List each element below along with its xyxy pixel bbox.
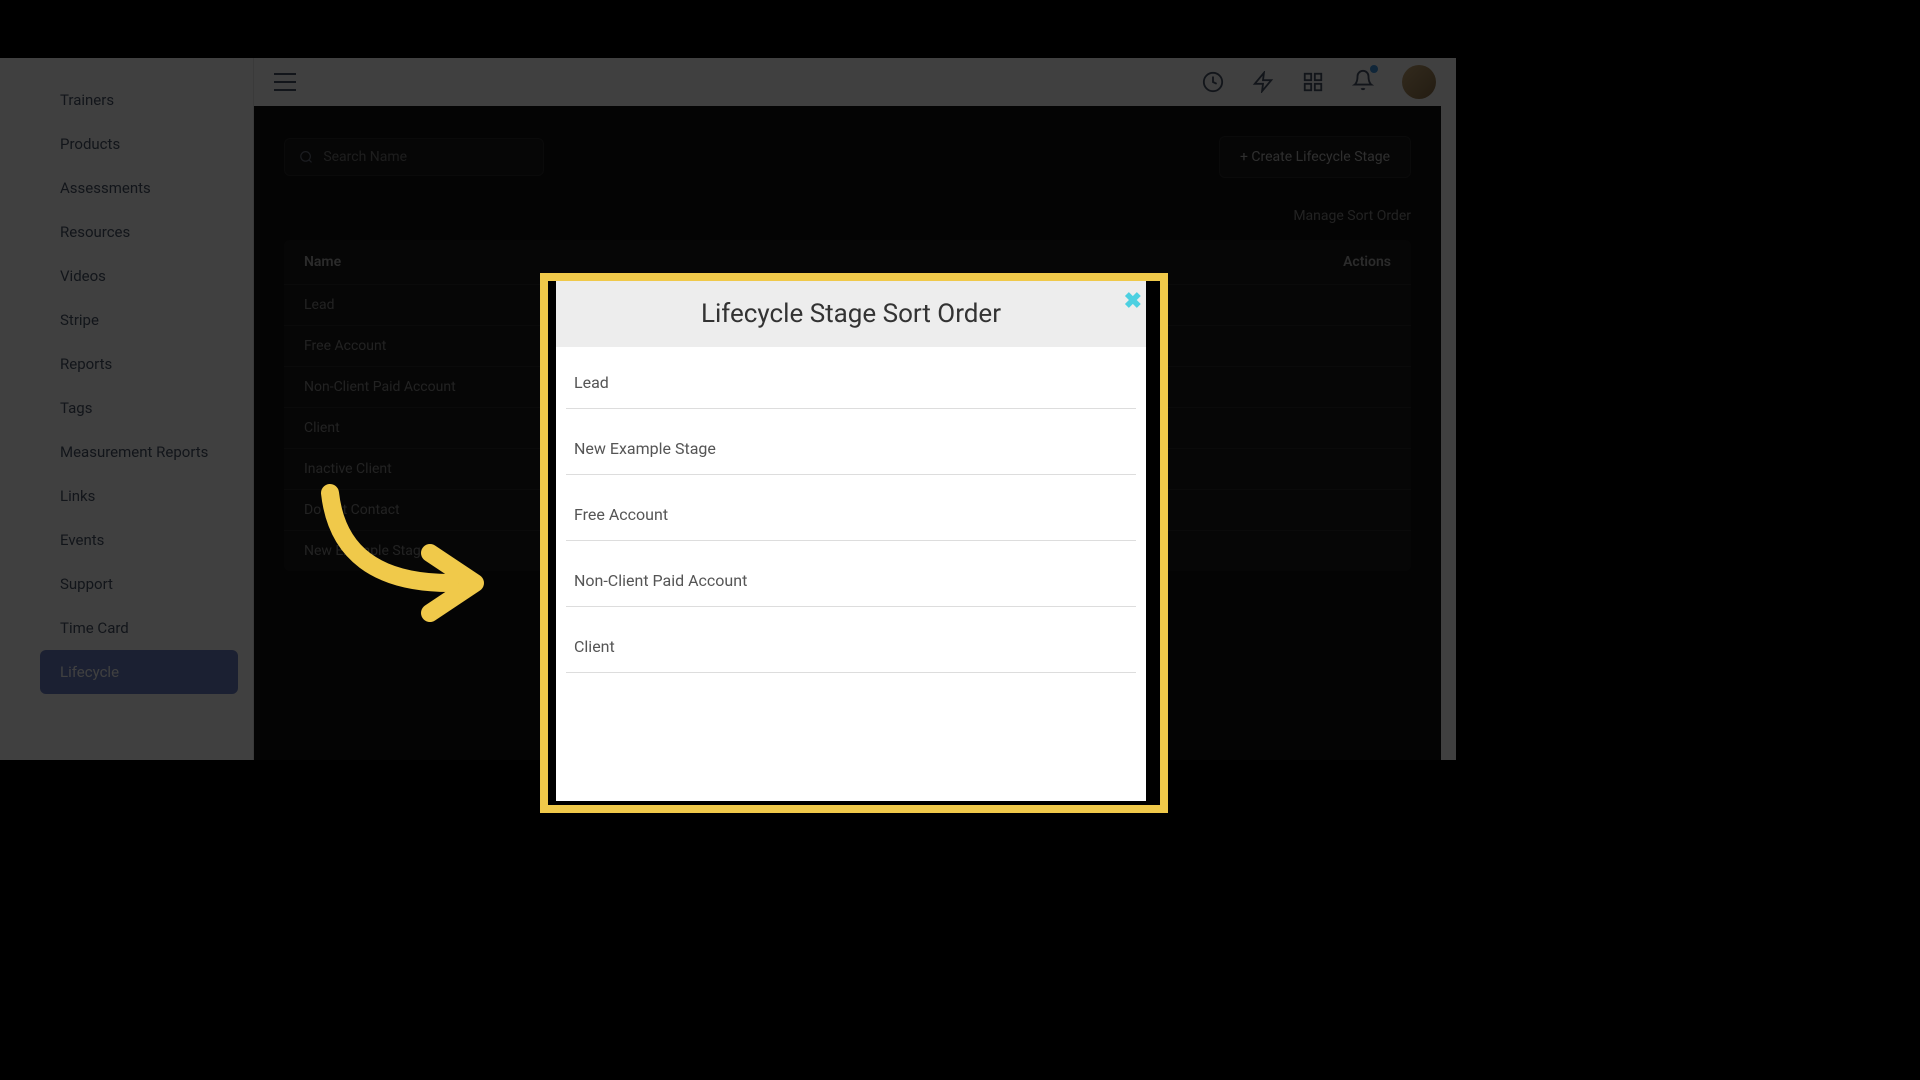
modal-header: Lifecycle Stage Sort Order ✖ bbox=[556, 281, 1146, 347]
stage-item-non-client-paid[interactable]: Non-Client Paid Account bbox=[566, 541, 1136, 607]
modal-title: Lifecycle Stage Sort Order bbox=[701, 299, 1001, 329]
stage-item-new-example[interactable]: New Example Stage bbox=[566, 409, 1136, 475]
stage-item-free-account[interactable]: Free Account bbox=[566, 475, 1136, 541]
stage-item-lead[interactable]: Lead bbox=[566, 343, 1136, 409]
sort-order-modal: Lifecycle Stage Sort Order ✖ Lead New Ex… bbox=[540, 273, 1168, 813]
close-icon[interactable]: ✖ bbox=[1124, 289, 1142, 314]
stage-item-client[interactable]: Client bbox=[566, 607, 1136, 673]
modal-body[interactable]: Lead New Example Stage Free Account Non-… bbox=[556, 343, 1146, 801]
